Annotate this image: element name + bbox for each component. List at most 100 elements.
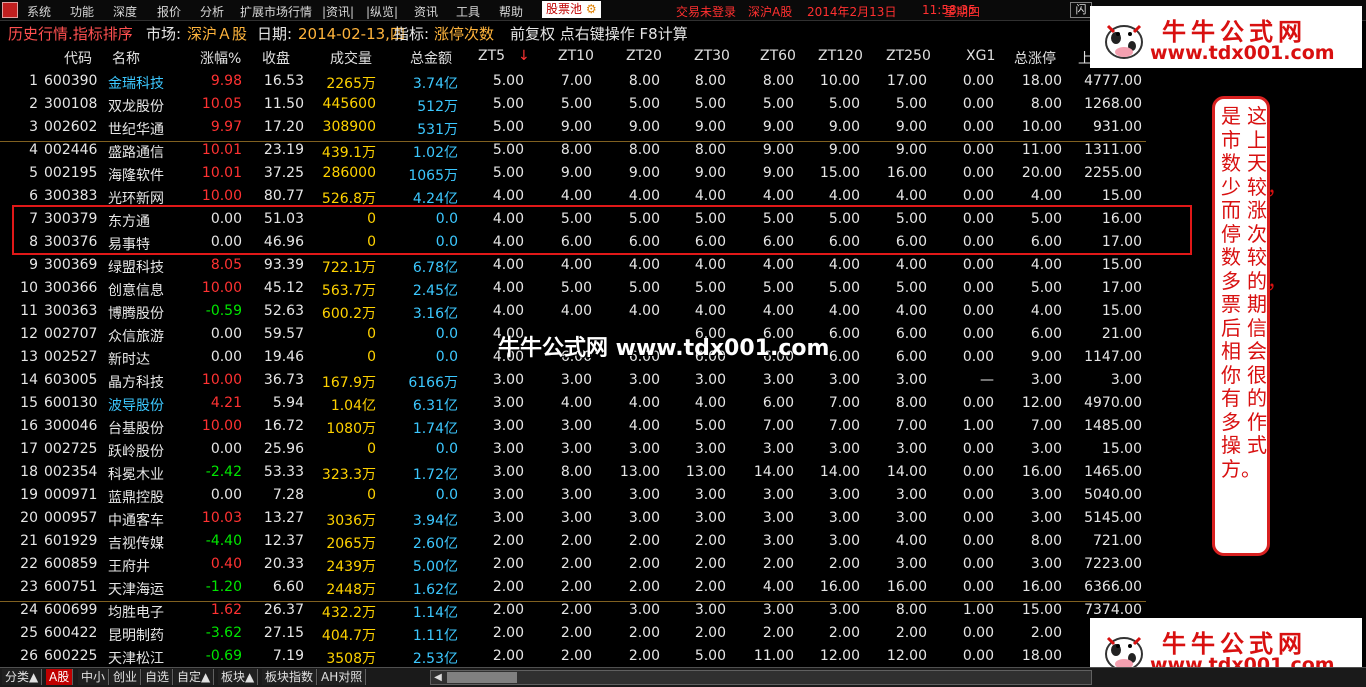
horizontal-scrollbar[interactable]: ◀ [430, 670, 1092, 685]
table-row[interactable]: 4 002446 盛路通信 10.01 23.19 439.1万 1.02亿 5.00 8.00… [0, 142, 1146, 165]
volume: 323.3万 [300, 464, 376, 484]
table-row[interactable]: 23 600751 天津海运 -1.20 6.60 2448万 1.62亿 2.00 2.00 2… [0, 579, 1146, 602]
menu-news-bar[interactable]: |资讯| [322, 3, 354, 20]
menu-tools[interactable]: 工具 [456, 3, 480, 20]
stock-name[interactable]: 台基股份 [108, 418, 178, 438]
bottom-tab-5[interactable]: 自定▲ [174, 669, 215, 685]
column-header-5[interactable]: 总金额 [410, 48, 452, 68]
zt-value: 8.00 [560, 142, 592, 158]
stock-name[interactable]: 博腾股份 [108, 303, 178, 323]
stock-name[interactable]: 新时达 [108, 349, 178, 369]
stock-name[interactable]: 金瑞科技 [108, 73, 178, 93]
column-header-14[interactable]: 总涨停 [1014, 48, 1056, 68]
row-separator [0, 141, 1146, 142]
bottom-tab-3[interactable]: 创业 [110, 669, 142, 685]
stock-name[interactable]: 绿盟科技 [108, 257, 178, 277]
flash-button[interactable]: 闪 [1070, 2, 1092, 18]
table-row[interactable]: 22 600859 王府井 0.40 20.33 2439万 5.00亿 2.00 2.00 2.… [0, 556, 1146, 579]
bottom-tab-1[interactable]: A股 [46, 669, 74, 685]
stock-name[interactable]: 昆明制药 [108, 625, 178, 645]
column-header-4[interactable]: 成交量 [330, 48, 372, 68]
scroll-thumb[interactable] [447, 672, 517, 683]
menu-news[interactable]: 资讯 [414, 3, 438, 20]
menu-system[interactable]: 系统 [27, 3, 51, 20]
table-row[interactable]: 25 600422 昆明制药 -3.62 27.15 404.7万 1.11亿 2.00 2.0… [0, 625, 1146, 648]
bottom-tab-0[interactable]: 分类▲ [2, 669, 43, 685]
amount-unit: 亿 [444, 145, 458, 161]
amount: 512万 [380, 96, 458, 116]
stock-name[interactable]: 波导股份 [108, 395, 178, 415]
stock-name[interactable]: 晶方科技 [108, 372, 178, 392]
stock-name[interactable]: 天津海运 [108, 579, 178, 599]
table-row[interactable]: 19 000971 蓝鼎控股 0.00 7.28 0 0.0 3.00 3.00 3.00 3.00… [0, 487, 1146, 510]
column-header-7[interactable]: ZT10 [558, 48, 594, 64]
row-number: 10 [20, 280, 38, 296]
volume-unit: 万 [362, 467, 376, 483]
stock-name[interactable]: 海隆软件 [108, 165, 178, 185]
table-row[interactable]: 14 603005 晶方科技 10.00 36.73 167.9万 6166万 3.00 3.0… [0, 372, 1146, 395]
table-row[interactable]: 17 002725 跃岭股份 0.00 25.96 0 0.0 3.00 3.00 3.00 3.0… [0, 441, 1146, 464]
column-header-11[interactable]: ZT120 [818, 48, 863, 64]
column-header-12[interactable]: ZT250 [886, 48, 931, 64]
menu-extended-market[interactable]: 扩展市场行情 [240, 3, 312, 20]
column-header-0[interactable]: 代码 [64, 48, 92, 68]
stock-name[interactable]: 创意信息 [108, 280, 178, 300]
stock-name[interactable]: 众信旅游 [108, 326, 178, 346]
bottom-tab-4[interactable]: 自选 [142, 669, 174, 685]
stock-pool-button[interactable]: 股票池 ⚙ [542, 1, 601, 18]
bottom-tab-7[interactable]: 板块指数 [262, 669, 318, 685]
zt-value: 2.00 [492, 602, 524, 618]
column-header-10[interactable]: ZT60 [760, 48, 796, 64]
menu-depth[interactable]: 深度 [113, 3, 137, 20]
bottom-tab-2[interactable]: 中小 [78, 669, 110, 685]
column-header-1[interactable]: 名称 [112, 48, 140, 68]
bottom-tab-8[interactable]: AH对照 [318, 669, 367, 685]
table-row[interactable]: 11 300363 博腾股份 -0.59 52.63 600.2万 3.16亿 4.00 4.0… [0, 303, 1146, 326]
table-row[interactable]: 10 300366 创意信息 10.00 45.12 563.7万 2.45亿 4.00 5.0… [0, 280, 1146, 303]
stock-name[interactable]: 王府井 [108, 556, 178, 576]
menu-overview[interactable]: |纵览| [366, 3, 398, 20]
amount-value: 6.78 [412, 260, 444, 276]
market-value[interactable]: 深沪Ａ股 [187, 23, 247, 44]
stock-name[interactable]: 跃岭股份 [108, 441, 178, 461]
stock-name[interactable]: 吉视传媒 [108, 533, 178, 553]
stock-name[interactable]: 天津松江 [108, 648, 178, 668]
table-row[interactable]: 1 600390 金瑞科技 9.98 16.53 2265万 3.74亿 5.00 7.00 8.… [0, 73, 1146, 96]
column-header-9[interactable]: ZT30 [694, 48, 730, 64]
menu-help[interactable]: 帮助 [499, 3, 523, 20]
column-header-6[interactable]: ZT5 [478, 48, 505, 64]
menu-analysis[interactable]: 分析 [200, 3, 224, 20]
table-row[interactable]: 21 601929 吉视传媒 -4.40 12.37 2065万 2.60亿 2.00 2.00… [0, 533, 1146, 556]
column-header-2[interactable]: 涨幅% [200, 48, 241, 68]
table-row[interactable]: 3 002602 世纪华通 9.97 17.20 308900 531万 5.00 9.00 9.… [0, 119, 1146, 142]
date-value[interactable]: 2014-02-13,四 [298, 23, 405, 44]
table-row[interactable]: 5 002195 海隆软件 10.01 37.25 286000 1065万 5.00 9.00… [0, 165, 1146, 188]
table-row[interactable]: 18 002354 科冕木业 -2.42 53.33 323.3万 1.72亿 3.00 8.0… [0, 464, 1146, 487]
table-row[interactable]: 2 300108 双龙股份 10.05 11.50 445600 512万 5.00 5.00 5… [0, 96, 1146, 119]
table-row[interactable]: 9 300369 绿盟科技 8.05 93.39 722.1万 6.78亿 4.00 4.00 4… [0, 257, 1146, 280]
stock-name[interactable]: 世纪华通 [108, 119, 178, 139]
table-row[interactable]: 15 600130 波导股份 4.21 5.94 1.04亿 6.31亿 3.00 4.00 4.… [0, 395, 1146, 418]
table-row[interactable]: 16 300046 台基股份 10.00 16.72 1080万 1.74亿 3.00 3.00… [0, 418, 1146, 441]
column-header-8[interactable]: ZT20 [626, 48, 662, 64]
bottom-tab-6[interactable]: 板块▲ [218, 669, 259, 685]
zt-value: 3.00 [895, 556, 927, 572]
table-row[interactable]: 20 000957 中通客车 10.03 13.27 3036万 3.94亿 3.00 3.00… [0, 510, 1146, 533]
scroll-left-icon[interactable]: ◀ [431, 671, 445, 684]
stock-name[interactable]: 科冕木业 [108, 464, 178, 484]
app-logo-icon[interactable] [2, 2, 18, 18]
total-limitup: 3.00 [1030, 510, 1062, 526]
amount: 3.16亿 [380, 303, 458, 323]
table-row[interactable]: 24 600699 均胜电子 1.62 26.37 432.2万 1.14亿 2.00 2.00… [0, 602, 1146, 625]
stock-name[interactable]: 中通客车 [108, 510, 178, 530]
indicator-value[interactable]: 涨停次数 [434, 23, 494, 44]
menu-function[interactable]: 功能 [70, 3, 94, 20]
stock-name[interactable]: 均胜电子 [108, 602, 178, 622]
stock-name[interactable]: 蓝鼎控股 [108, 487, 178, 507]
menu-quote[interactable]: 报价 [157, 3, 181, 20]
ad-banner-top[interactable]: 牛牛公式网 www.tdx001.com [1090, 6, 1362, 68]
stock-name[interactable]: 盛路通信 [108, 142, 178, 162]
column-header-13[interactable]: XG1 [966, 48, 995, 64]
stock-name[interactable]: 双龙股份 [108, 96, 178, 116]
column-header-3[interactable]: 收盘 [262, 48, 290, 68]
